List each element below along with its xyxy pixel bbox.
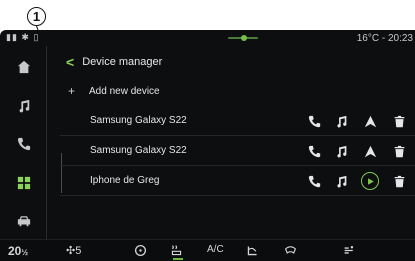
android-auto-button[interactable] xyxy=(361,142,379,160)
apps-grid-icon xyxy=(17,176,30,190)
left-temperature[interactable]: 20½ xyxy=(8,244,28,258)
device-row[interactable]: Samsung Galaxy S22 xyxy=(60,136,415,166)
sidebar-item-music[interactable] xyxy=(0,91,47,121)
delete-icon xyxy=(394,175,404,187)
callout-1: 1 xyxy=(27,7,46,26)
music-icon xyxy=(336,115,346,127)
fan-speed[interactable]: ✣5 xyxy=(66,244,81,257)
sidebar-item-home[interactable] xyxy=(0,52,47,82)
left-temperature-half: ½ xyxy=(21,248,29,257)
defrost-icon xyxy=(284,246,297,254)
sidebar-item-phone[interactable] xyxy=(0,129,47,159)
delete-button[interactable] xyxy=(390,142,408,160)
page-title: Device manager xyxy=(82,56,163,68)
music-icon xyxy=(336,145,346,157)
recirculation-icon xyxy=(247,246,257,256)
delete-icon xyxy=(394,145,404,157)
device-name: Samsung Galaxy S22 xyxy=(90,145,187,156)
left-temperature-value: 20 xyxy=(8,244,22,258)
sidebar xyxy=(0,46,47,246)
phone-button[interactable] xyxy=(305,112,323,130)
device-manager-panel: < Device manager + Add new device Samsun… xyxy=(60,46,415,246)
music-button[interactable] xyxy=(332,172,350,190)
steering-heat-button[interactable] xyxy=(134,244,147,260)
device-name: Samsung Galaxy S22 xyxy=(90,115,187,126)
android-auto-icon xyxy=(364,115,376,127)
add-new-device-label: Add new device xyxy=(89,85,160,97)
device-name: Iphone de Greg xyxy=(90,175,160,186)
defrost-button[interactable] xyxy=(284,244,297,260)
delete-button[interactable] xyxy=(390,172,408,190)
steering-wheel-icon xyxy=(134,244,147,257)
infotainment-screen: ▮▮ ✱ ▯ 16°C - 20:23 < Device manager + A… xyxy=(0,30,415,261)
status-separator: - xyxy=(381,33,386,44)
carplay-active-icon xyxy=(367,177,374,185)
music-button[interactable] xyxy=(332,112,350,130)
delete-button[interactable] xyxy=(390,112,408,130)
sidebar-item-apps[interactable] xyxy=(0,168,47,198)
phone-icon xyxy=(308,175,320,187)
device-row[interactable]: Iphone de Greg xyxy=(60,166,415,196)
music-icon xyxy=(336,175,346,187)
device-row[interactable]: Samsung Galaxy S22 xyxy=(60,106,415,136)
car-icon xyxy=(17,216,30,227)
phone-icon xyxy=(308,115,320,127)
add-new-device-button[interactable]: + Add new device xyxy=(68,84,160,98)
carplay-button[interactable] xyxy=(361,172,379,190)
recirculation-button[interactable] xyxy=(246,244,259,260)
phone-icon xyxy=(17,137,30,151)
back-button[interactable]: < xyxy=(66,54,74,70)
android-auto-button[interactable] xyxy=(361,112,379,130)
fan-icon: ✣ xyxy=(66,245,76,257)
phone-button[interactable] xyxy=(305,142,323,160)
phone-button[interactable] xyxy=(305,172,323,190)
page-header: < Device manager xyxy=(66,54,162,70)
music-icon xyxy=(19,99,29,113)
fan-speed-value: 5 xyxy=(75,245,82,257)
delete-icon xyxy=(394,115,404,127)
seat-heat-icon xyxy=(171,245,182,256)
music-button[interactable] xyxy=(332,142,350,160)
climate-bar: 20½ ✣5 A/C xyxy=(0,239,415,261)
outside-temperature: 16°C xyxy=(356,33,380,44)
sidebar-item-vehicle[interactable] xyxy=(0,206,47,236)
home-icon xyxy=(17,60,30,74)
airflow-icon xyxy=(344,246,354,254)
drag-handle-dot xyxy=(241,35,247,41)
clock: 20:23 xyxy=(387,33,413,44)
ac-button[interactable]: A/C xyxy=(207,244,224,255)
status-bar: ▮▮ ✱ ▯ 16°C - 20:23 xyxy=(0,30,415,46)
fan-auto-button[interactable] xyxy=(343,244,356,260)
temp-time: 16°C - 20:23 xyxy=(357,33,413,44)
seat-heat-indicator xyxy=(173,258,183,260)
android-auto-icon xyxy=(364,145,376,157)
phone-icon xyxy=(308,145,320,157)
signal-bluetooth-icons: ▮▮ ✱ ▯ xyxy=(6,32,40,42)
plus-icon: + xyxy=(68,84,76,98)
